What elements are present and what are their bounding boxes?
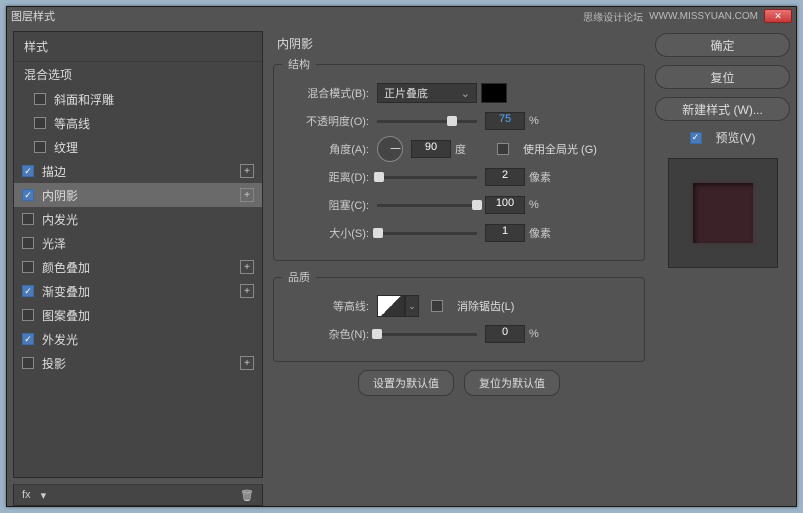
style-checkbox[interactable] — [22, 189, 34, 201]
style-checkbox[interactable] — [22, 309, 34, 321]
style-checkbox[interactable] — [22, 333, 34, 345]
style-item-2[interactable]: 纹理 — [14, 135, 262, 159]
forum-name: 思缘设计论坛 — [583, 9, 643, 24]
size-label: 大小(S): — [282, 225, 377, 241]
noise-label: 杂色(N): — [282, 326, 377, 342]
structure-group: 结构 混合模式(B): 正片叠底 不透明度(O): 75 % 角度(A): 90 — [273, 56, 645, 261]
style-label: 外发光 — [42, 331, 78, 348]
add-effect-icon[interactable]: + — [240, 356, 254, 370]
settings-panel: 内阴影 结构 混合模式(B): 正片叠底 不透明度(O): 75 % 角度(A)… — [269, 31, 649, 478]
window-title: 图层样式 — [11, 8, 55, 24]
style-label: 颜色叠加 — [42, 259, 90, 276]
style-label: 等高线 — [54, 115, 90, 132]
chevron-down-icon[interactable]: ▾ — [41, 489, 47, 502]
style-item-8[interactable]: 渐变叠加 + — [14, 279, 262, 303]
opacity-label: 不透明度(O): — [282, 113, 377, 129]
section-title: 内阴影 — [273, 35, 645, 52]
style-checkbox[interactable] — [22, 285, 34, 297]
angle-input[interactable]: 90 — [411, 140, 451, 158]
style-label: 内阴影 — [42, 187, 78, 204]
quality-group: 品质 等高线: ⌄ 消除锯齿(L) 杂色(N): 0 % — [273, 269, 645, 362]
close-button[interactable]: ✕ — [764, 9, 792, 23]
style-item-6[interactable]: 光泽 — [14, 231, 262, 255]
global-light-label: 使用全局光 (G) — [523, 141, 597, 157]
styles-header[interactable]: 样式 — [14, 32, 262, 61]
style-checkbox[interactable] — [22, 261, 34, 273]
right-panel: 确定 复位 新建样式 (W)... 预览(V) — [655, 31, 790, 478]
noise-input[interactable]: 0 — [485, 325, 525, 343]
make-default-button[interactable]: 设置为默认值 — [358, 370, 454, 396]
style-label: 光泽 — [42, 235, 66, 252]
preview-label: 预览(V) — [716, 129, 756, 146]
styles-panel: 样式 混合选项 斜面和浮雕等高线纹理描边 + 内阴影 + 内发光光泽颜色叠加 + 渐变叠加 +… — [13, 31, 263, 478]
style-checkbox[interactable] — [22, 237, 34, 249]
size-slider[interactable] — [377, 232, 477, 235]
preview-box — [668, 158, 778, 268]
style-checkbox[interactable] — [22, 357, 34, 369]
distance-slider[interactable] — [377, 176, 477, 179]
choke-slider[interactable] — [377, 204, 477, 207]
distance-label: 距离(D): — [282, 169, 377, 185]
titlebar: 图层样式 思缘设计论坛 WWW.MISSYUAN.COM ✕ — [7, 7, 796, 25]
contour-picker[interactable] — [377, 295, 405, 317]
blend-mode-label: 混合模式(B): — [282, 85, 377, 101]
fx-icon[interactable]: fx — [22, 489, 31, 501]
cancel-button[interactable]: 复位 — [655, 65, 790, 89]
angle-dial[interactable] — [377, 136, 403, 162]
blend-mode-select[interactable]: 正片叠底 — [377, 83, 477, 103]
choke-input[interactable]: 100 — [485, 196, 525, 214]
style-item-5[interactable]: 内发光 — [14, 207, 262, 231]
shadow-color-swatch[interactable] — [481, 83, 507, 103]
style-checkbox[interactable] — [34, 93, 46, 105]
blend-options-header[interactable]: 混合选项 — [14, 61, 262, 87]
size-input[interactable]: 1 — [485, 224, 525, 242]
trash-icon[interactable]: 🗑 — [240, 489, 254, 502]
noise-slider[interactable] — [377, 333, 477, 336]
new-style-button[interactable]: 新建样式 (W)... — [655, 97, 790, 121]
quality-legend: 品质 — [282, 269, 316, 285]
opacity-slider[interactable] — [377, 120, 477, 123]
angle-label: 角度(A): — [282, 141, 377, 157]
style-item-10[interactable]: 外发光 — [14, 327, 262, 351]
style-label: 内发光 — [42, 211, 78, 228]
style-checkbox[interactable] — [22, 213, 34, 225]
style-item-11[interactable]: 投影 + — [14, 351, 262, 375]
choke-label: 阻塞(C): — [282, 197, 377, 213]
reset-default-button[interactable]: 复位为默认值 — [464, 370, 560, 396]
style-item-0[interactable]: 斜面和浮雕 — [14, 87, 262, 111]
add-effect-icon[interactable]: + — [240, 188, 254, 202]
style-checkbox[interactable] — [22, 165, 34, 177]
structure-legend: 结构 — [282, 56, 316, 72]
ok-button[interactable]: 确定 — [655, 33, 790, 57]
preview-checkbox[interactable] — [690, 132, 702, 144]
opacity-input[interactable]: 75 — [485, 112, 525, 130]
style-label: 投影 — [42, 355, 66, 372]
forum-url: WWW.MISSYUAN.COM — [649, 11, 758, 22]
style-item-4[interactable]: 内阴影 + — [14, 183, 262, 207]
add-effect-icon[interactable]: + — [240, 260, 254, 274]
add-effect-icon[interactable]: + — [240, 284, 254, 298]
style-label: 斜面和浮雕 — [54, 91, 114, 108]
style-checkbox[interactable] — [34, 117, 46, 129]
footer-bar: fx ▾ 🗑 — [13, 484, 263, 506]
style-label: 图案叠加 — [42, 307, 90, 324]
style-item-9[interactable]: 图案叠加 — [14, 303, 262, 327]
style-label: 纹理 — [54, 139, 78, 156]
style-item-3[interactable]: 描边 + — [14, 159, 262, 183]
global-light-checkbox[interactable] — [497, 143, 509, 155]
preview-swatch — [693, 183, 753, 243]
style-label: 描边 — [42, 163, 66, 180]
add-effect-icon[interactable]: + — [240, 164, 254, 178]
style-label: 渐变叠加 — [42, 283, 90, 300]
style-item-1[interactable]: 等高线 — [14, 111, 262, 135]
style-item-7[interactable]: 颜色叠加 + — [14, 255, 262, 279]
contour-label: 等高线: — [282, 298, 377, 314]
antialias-checkbox[interactable] — [431, 300, 443, 312]
style-checkbox[interactable] — [34, 141, 46, 153]
antialias-label: 消除锯齿(L) — [457, 298, 514, 314]
distance-input[interactable]: 2 — [485, 168, 525, 186]
contour-dropdown[interactable]: ⌄ — [405, 295, 419, 317]
